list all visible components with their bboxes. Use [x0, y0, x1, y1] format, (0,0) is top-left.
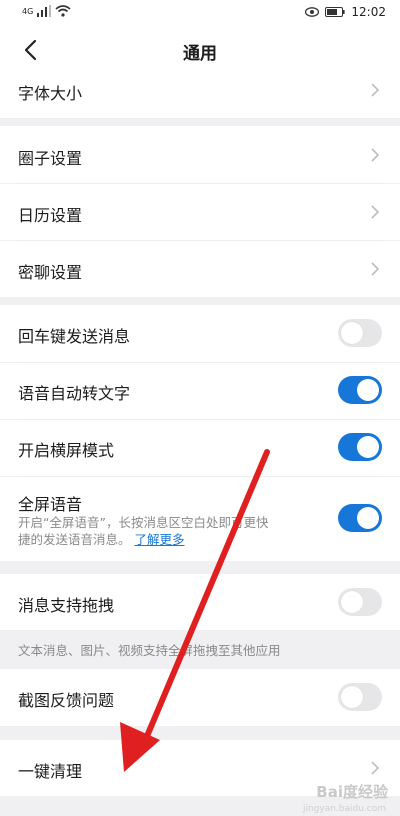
- toggle-knob: [341, 591, 363, 613]
- row-label: 回车键发送消息: [18, 327, 131, 346]
- status-bar: 4G 12:02: [0, 0, 400, 26]
- row-font-size[interactable]: 字体大小: [0, 74, 400, 118]
- watermark-logo: Bai度经验: [316, 783, 388, 801]
- row-voice-to-text: 语音自动转文字: [0, 363, 400, 419]
- row-drag-support: 消息支持拖拽: [0, 574, 400, 630]
- chevron-right-icon: [371, 148, 380, 162]
- wifi-icon: [55, 5, 71, 17]
- voice-to-text-toggle[interactable]: [338, 376, 382, 404]
- chevron-right-icon: [371, 262, 380, 276]
- network-label: 4G: [22, 6, 34, 16]
- signal-icon: [37, 5, 52, 17]
- row-label: 语音自动转文字: [18, 384, 131, 403]
- row-label: 日历设置: [18, 206, 83, 225]
- landscape-mode-toggle[interactable]: [338, 433, 382, 461]
- screenshot-feedback-toggle[interactable]: [338, 683, 382, 711]
- fullscreen-voice-description: 开启“全屏语音”，长按消息区空白处即可更快 捷的发送语音消息。 了解更多: [18, 514, 333, 548]
- toggle-knob: [357, 379, 379, 401]
- enter-send-toggle[interactable]: [338, 319, 382, 347]
- row-label: 圈子设置: [18, 149, 83, 168]
- toggle-knob: [341, 322, 363, 344]
- row-landscape-mode: 开启横屏模式: [0, 420, 400, 476]
- drag-support-hint: 文本消息、图片、视频支持全屏拖拽至其他应用: [18, 643, 281, 658]
- row-label: 消息支持拖拽: [18, 596, 115, 615]
- row-calendar-settings[interactable]: 日历设置: [0, 184, 400, 240]
- row-fullscreen-voice: 全屏语音 开启“全屏语音”，长按消息区空白处即可更快 捷的发送语音消息。 了解更…: [0, 477, 400, 561]
- toggle-knob: [357, 436, 379, 458]
- chevron-right-icon: [371, 83, 380, 97]
- fullscreen-voice-toggle[interactable]: [338, 504, 382, 532]
- row-screenshot-feedback: 截图反馈问题: [0, 669, 400, 726]
- row-label: 全屏语音: [18, 495, 83, 514]
- row-label: 一键清理: [18, 762, 83, 781]
- chevron-right-icon: [371, 761, 380, 775]
- row-circle-settings[interactable]: 圈子设置: [0, 126, 400, 183]
- status-right: 12:02: [305, 5, 386, 19]
- chevron-right-icon: [371, 205, 380, 219]
- row-secret-chat-settings[interactable]: 密聊设置: [0, 241, 400, 297]
- row-label: 密聊设置: [18, 263, 83, 282]
- learn-more-link[interactable]: 了解更多: [135, 532, 185, 547]
- eye-icon: [305, 7, 320, 17]
- desc-line-2: 捷的发送语音消息。: [18, 532, 131, 547]
- drag-support-toggle[interactable]: [338, 588, 382, 616]
- page-title: 通用: [183, 44, 217, 64]
- clock: 12:02: [351, 5, 386, 19]
- nav-bar: 通用: [0, 26, 400, 74]
- row-label: 开启横屏模式: [18, 441, 115, 460]
- toggle-knob: [341, 686, 363, 708]
- row-label: 字体大小: [18, 84, 83, 103]
- battery-icon: [325, 7, 346, 17]
- desc-line-1: 开启“全屏语音”，长按消息区空白处即可更快: [18, 515, 269, 530]
- signal-group: 4G: [22, 5, 71, 17]
- toggle-knob: [357, 507, 379, 529]
- row-enter-send: 回车键发送消息: [0, 305, 400, 362]
- row-label: 截图反馈问题: [18, 691, 115, 710]
- watermark-url: jingyan.baidu.com: [302, 804, 386, 814]
